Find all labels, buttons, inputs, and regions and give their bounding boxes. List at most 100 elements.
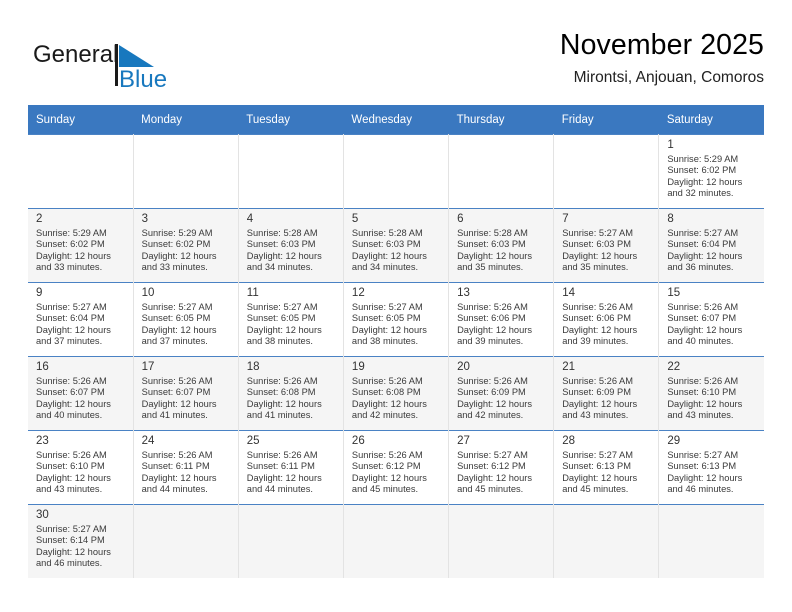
calendar-day-cell[interactable]: 19 Sunrise: 5:26 AM Sunset: 6:08 PM Dayligh…	[343, 356, 450, 431]
page-subtitle: Mirontsi, Anjouan, Comoros	[573, 69, 764, 86]
day-cell-content: 8 Sunrise: 5:27 AM Sunset: 6:04 PM Daylight…	[659, 209, 764, 279]
sunset-text: Sunset: 6:08 PM	[351, 387, 421, 398]
sunset-text: Sunset: 6:10 PM	[36, 461, 105, 472]
sunrise-text: Sunrise: 5:26 AM	[36, 450, 107, 460]
sunrise-text: Sunrise: 5:29 AM	[36, 228, 107, 238]
day-number: 24	[141, 435, 155, 447]
sunset-text: Sunset: 6:03 PM	[351, 239, 421, 250]
calendar-day-cell-empty	[448, 504, 555, 578]
day-number: 19	[351, 361, 365, 373]
calendar-day-cell[interactable]: 30 Sunrise: 5:27 AM Sunset: 6:14 PM Dayligh…	[28, 504, 134, 578]
daylight-text: Daylight: 12 hours and 41 minutes.	[246, 398, 322, 421]
sunset-text: Sunset: 6:05 PM	[351, 313, 421, 324]
sunset-text: Sunset: 6:14 PM	[36, 535, 105, 546]
day-number: 3	[141, 213, 149, 225]
calendar-day-cell[interactable]: 21 Sunrise: 5:26 AM Sunset: 6:09 PM Dayligh…	[553, 356, 660, 431]
calendar-day-cell[interactable]: 22 Sunrise: 5:26 AM Sunset: 6:10 PM Dayligh…	[658, 356, 764, 431]
daylight-text: Daylight: 12 hours and 44 minutes.	[141, 472, 217, 495]
title-block: November 2025 Mirontsi, Anjouan, Comoros	[560, 28, 764, 87]
calendar-page: General Blue November 2025 Mirontsi, Anj…	[0, 0, 792, 612]
day-sun-info: Sunrise: 5:29 AM Sunset: 6:02 PM Daylight:…	[142, 228, 232, 274]
sunrise-text: Sunrise: 5:27 AM	[246, 302, 318, 312]
sunset-text: Sunset: 6:12 PM	[351, 461, 421, 472]
day-number: 16	[36, 361, 49, 373]
calendar-day-cell[interactable]: 26 Sunrise: 5:26 AM Sunset: 6:12 PM Dayligh…	[343, 430, 450, 505]
day-cell-content: 24 Sunrise: 5:26 AM Sunset: 6:11 PM Dayligh…	[134, 431, 238, 501]
day-cell-content: 7 Sunrise: 5:27 AM Sunset: 6:03 PM Daylight…	[554, 209, 658, 279]
calendar-day-cell[interactable]: 28 Sunrise: 5:27 AM Sunset: 6:13 PM Dayligh…	[553, 430, 660, 505]
day-cell-content: 20 Sunrise: 5:26 AM Sunset: 6:09 PM Dayligh…	[449, 357, 553, 427]
day-sun-info: Sunrise: 5:28 AM Sunset: 6:03 PM Daylight:…	[457, 228, 547, 274]
day-number: 30	[36, 509, 49, 521]
brand-logo[interactable]: General Blue	[33, 36, 193, 94]
day-sun-info: Sunrise: 5:27 AM Sunset: 6:04 PM Daylight:…	[36, 302, 127, 348]
calendar-day-cell-empty	[238, 504, 344, 578]
calendar-day-cell[interactable]: 24 Sunrise: 5:26 AM Sunset: 6:11 PM Dayligh…	[133, 430, 239, 505]
calendar-day-cell[interactable]: 4 Sunrise: 5:28 AM Sunset: 6:03 PM Daylight…	[238, 208, 344, 283]
calendar-day-cell[interactable]: 2 Sunrise: 5:29 AM Sunset: 6:02 PM Daylight…	[28, 208, 134, 283]
day-cell-content: 5 Sunrise: 5:28 AM Sunset: 6:03 PM Daylight…	[344, 209, 448, 279]
weekday-header-wednesday: Wednesday	[343, 105, 449, 135]
sunset-text: Sunset: 6:12 PM	[457, 461, 526, 472]
calendar-day-cell[interactable]: 14 Sunrise: 5:26 AM Sunset: 6:06 PM Dayligh…	[553, 282, 660, 357]
sunrise-text: Sunrise: 5:26 AM	[667, 302, 739, 312]
calendar-day-cell[interactable]: 29 Sunrise: 5:27 AM Sunset: 6:13 PM Dayligh…	[658, 430, 764, 505]
calendar-day-cell[interactable]: 9 Sunrise: 5:27 AM Sunset: 6:04 PM Daylight…	[28, 282, 134, 357]
day-sun-info: Sunrise: 5:27 AM Sunset: 6:04 PM Daylight:…	[667, 228, 758, 274]
sunset-text: Sunset: 6:04 PM	[667, 239, 737, 250]
calendar-day-cell[interactable]: 15 Sunrise: 5:26 AM Sunset: 6:07 PM Dayligh…	[658, 282, 764, 357]
day-number: 20	[457, 361, 470, 373]
sunrise-text: Sunrise: 5:27 AM	[457, 450, 528, 460]
day-cell-content: 29 Sunrise: 5:27 AM Sunset: 6:13 PM Dayligh…	[659, 431, 764, 501]
calendar-day-cell[interactable]: 7 Sunrise: 5:27 AM Sunset: 6:03 PM Daylight…	[553, 208, 660, 283]
day-cell-content: 6 Sunrise: 5:28 AM Sunset: 6:03 PM Daylight…	[449, 209, 553, 279]
day-cell-content: 4 Sunrise: 5:28 AM Sunset: 6:03 PM Daylight…	[239, 209, 343, 279]
calendar-day-cell[interactable]: 13 Sunrise: 5:26 AM Sunset: 6:06 PM Dayligh…	[448, 282, 555, 357]
daylight-text: Daylight: 12 hours and 37 minutes.	[36, 324, 111, 347]
calendar-day-cell[interactable]: 6 Sunrise: 5:28 AM Sunset: 6:03 PM Daylight…	[448, 208, 555, 283]
day-cell-content: 1 Sunrise: 5:29 AM Sunset: 6:02 PM Daylight…	[659, 135, 764, 205]
day-cell-content: 3 Sunrise: 5:29 AM Sunset: 6:02 PM Daylight…	[134, 209, 238, 279]
calendar-day-cell[interactable]: 25 Sunrise: 5:26 AM Sunset: 6:11 PM Dayligh…	[238, 430, 344, 505]
calendar-day-cell-empty	[28, 134, 134, 209]
day-number: 9	[36, 287, 43, 299]
day-sun-info: Sunrise: 5:29 AM Sunset: 6:02 PM Daylight:…	[667, 154, 758, 200]
day-cell-content: 12 Sunrise: 5:27 AM Sunset: 6:05 PM Dayligh…	[344, 283, 448, 353]
weekday-header-saturday: Saturday	[658, 105, 764, 135]
calendar-day-cell[interactable]: 1 Sunrise: 5:29 AM Sunset: 6:02 PM Daylight…	[658, 134, 764, 209]
day-cell-content: 13 Sunrise: 5:26 AM Sunset: 6:06 PM Dayligh…	[449, 283, 553, 353]
day-cell-content: 18 Sunrise: 5:26 AM Sunset: 6:08 PM Dayligh…	[239, 357, 343, 427]
sunset-text: Sunset: 6:13 PM	[562, 461, 631, 472]
sunset-text: Sunset: 6:10 PM	[667, 387, 737, 398]
sunset-text: Sunset: 6:07 PM	[141, 387, 211, 398]
day-sun-info: Sunrise: 5:27 AM Sunset: 6:13 PM Daylight:…	[667, 450, 758, 496]
day-number: 23	[36, 435, 49, 447]
day-sun-info: Sunrise: 5:26 AM Sunset: 6:08 PM Daylight:…	[247, 376, 337, 422]
sunset-text: Sunset: 6:11 PM	[141, 461, 210, 472]
sunrise-text: Sunrise: 5:26 AM	[141, 376, 213, 386]
day-cell-content: 26 Sunrise: 5:26 AM Sunset: 6:12 PM Dayligh…	[344, 431, 448, 501]
daylight-text: Daylight: 12 hours and 38 minutes.	[246, 324, 322, 347]
calendar-day-cell[interactable]: 18 Sunrise: 5:26 AM Sunset: 6:08 PM Dayligh…	[238, 356, 344, 431]
calendar-day-cell[interactable]: 12 Sunrise: 5:27 AM Sunset: 6:05 PM Dayligh…	[343, 282, 450, 357]
calendar-day-cell[interactable]: 8 Sunrise: 5:27 AM Sunset: 6:04 PM Daylight…	[658, 208, 764, 283]
page-header: General Blue November 2025 Mirontsi, Anj…	[28, 28, 764, 100]
calendar-day-cell[interactable]: 16 Sunrise: 5:26 AM Sunset: 6:07 PM Dayligh…	[28, 356, 134, 431]
day-number: 12	[351, 287, 365, 299]
calendar-day-cell[interactable]: 11 Sunrise: 5:27 AM Sunset: 6:05 PM Dayligh…	[238, 282, 344, 357]
calendar-day-cell[interactable]: 5 Sunrise: 5:28 AM Sunset: 6:03 PM Daylight…	[343, 208, 450, 283]
sunrise-text: Sunrise: 5:26 AM	[457, 376, 528, 386]
day-sun-info: Sunrise: 5:26 AM Sunset: 6:11 PM Daylight:…	[247, 450, 337, 496]
calendar-day-cell[interactable]: 3 Sunrise: 5:29 AM Sunset: 6:02 PM Daylight…	[133, 208, 239, 283]
calendar-day-cell[interactable]: 10 Sunrise: 5:27 AM Sunset: 6:05 PM Dayligh…	[133, 282, 239, 357]
sunset-text: Sunset: 6:02 PM	[667, 165, 737, 176]
calendar-day-cell-empty	[133, 504, 239, 578]
calendar-day-cell[interactable]: 20 Sunrise: 5:26 AM Sunset: 6:09 PM Dayligh…	[448, 356, 555, 431]
calendar-body: 1 Sunrise: 5:29 AM Sunset: 6:02 PM Daylight…	[28, 134, 764, 578]
daylight-text: Daylight: 12 hours and 43 minutes.	[667, 398, 743, 421]
sunset-text: Sunset: 6:06 PM	[562, 313, 631, 324]
calendar-day-cell[interactable]: 27 Sunrise: 5:27 AM Sunset: 6:12 PM Dayligh…	[448, 430, 555, 505]
calendar-day-cell-empty	[658, 504, 764, 578]
calendar-day-cell[interactable]: 17 Sunrise: 5:26 AM Sunset: 6:07 PM Dayligh…	[133, 356, 239, 431]
calendar-day-cell[interactable]: 23 Sunrise: 5:26 AM Sunset: 6:10 PM Dayligh…	[28, 430, 134, 505]
